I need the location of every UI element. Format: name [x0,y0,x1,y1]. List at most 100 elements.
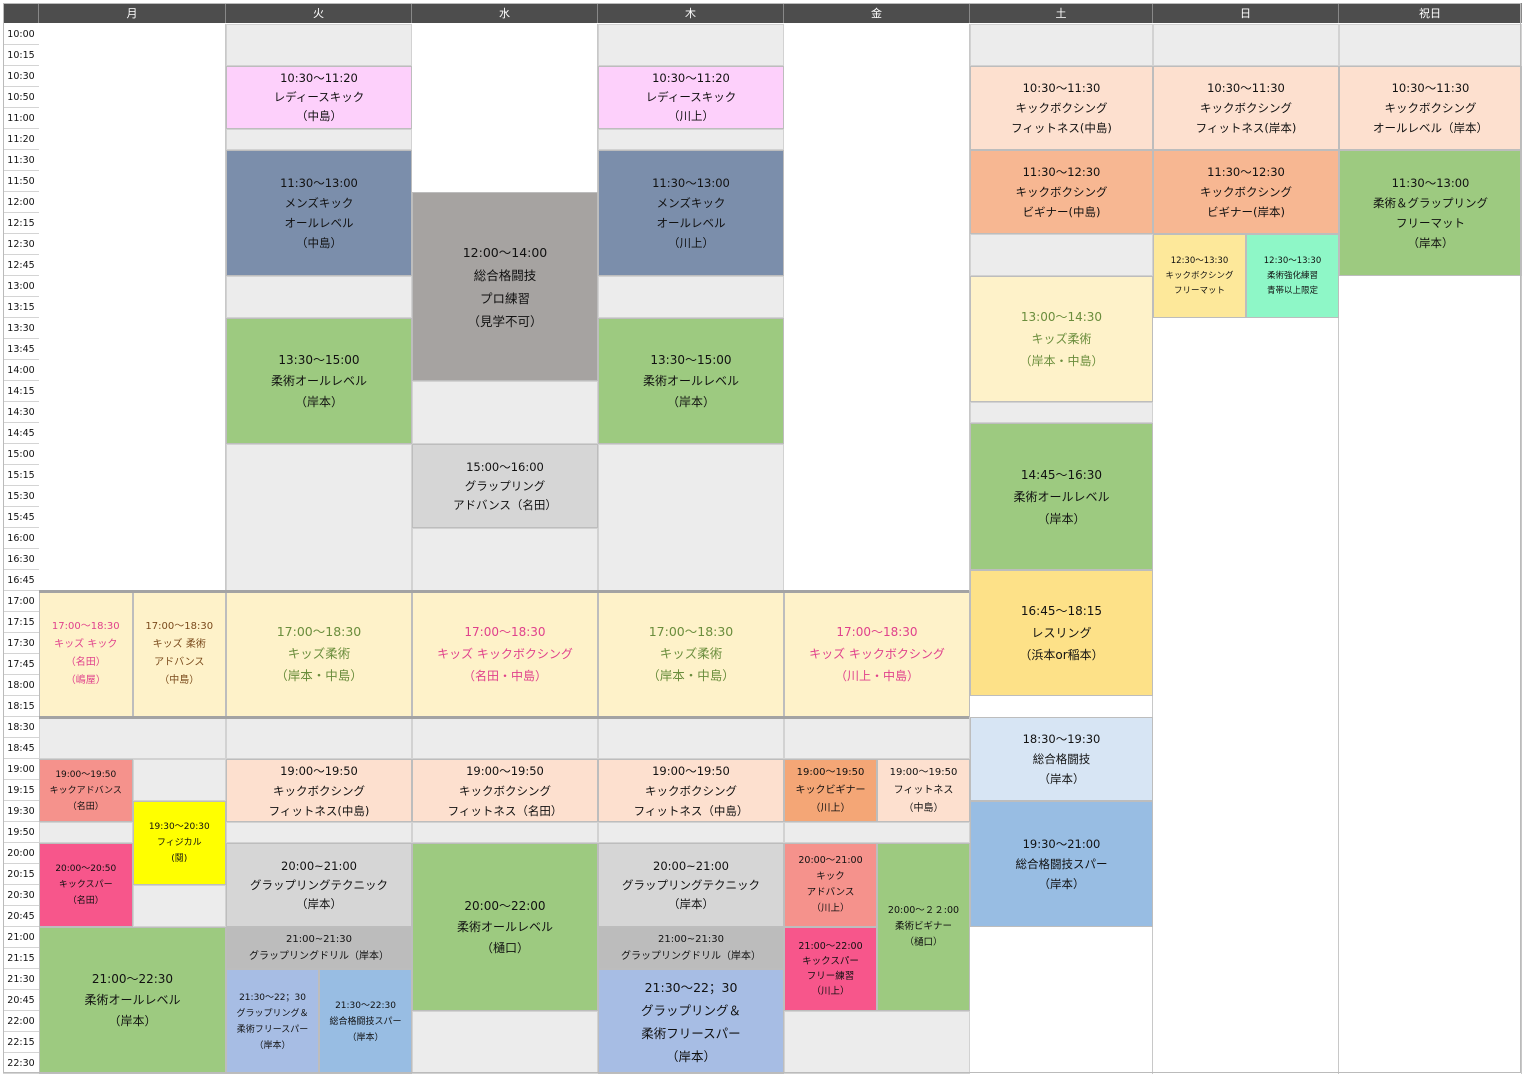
class-text: （中島） [159,675,200,686]
class-text: キッズ柔術 [1031,332,1092,346]
class-block[interactable]: 11:30〜13:00 メンズキック オールレベル （川上） [598,150,784,276]
class-text: （岸本・中島） [647,668,735,683]
class-text: （名田） [65,657,106,668]
class-text: フィットネス（中島） [633,803,749,818]
class-text: フリーマット [1173,285,1225,296]
class-block[interactable]: 19:00〜19:50 キックビギナー （川上） [784,759,877,822]
class-block[interactable]: 17:00〜18:30 キッズ 柔術 アドバンス （中島） [132,591,226,717]
class-text: （名田・中島） [462,669,547,683]
class-block[interactable]: 13:30〜15:00 柔術オールレベル （岸本） [598,318,784,444]
time-label: 12:45 [3,255,39,276]
time-label: 17:15 [3,612,39,633]
time-label: 20:15 [3,864,39,885]
class-block[interactable]: 17:00〜18:30 キッズ キック （名田） （嶋屋） [39,591,133,717]
class-block[interactable]: 17:00〜18:30 キッズ柔術 （岸本・中島） [226,591,412,717]
class-block[interactable]: 20:00〜21:00 キック アドバンス （川上） [784,843,877,927]
class-time: 15:00〜16:00 [466,459,544,474]
class-block[interactable]: 21:30〜22:30 総合格闘技スパー （岸本） [319,969,412,1074]
empty-slot [1153,24,1339,66]
class-block[interactable]: 20:00〜22:00 柔術オールレベル （樋口） [412,843,598,1011]
class-block[interactable]: 12:00〜14:00 総合格闘技 プロ練習 （見学不可） [412,192,598,381]
class-block[interactable]: 10:30〜11:20 レディースキック （中島） [226,66,412,129]
time-label: 20:30 [3,885,39,906]
class-block[interactable]: 19:00〜19:50 キックボクシング フィットネス（中島） [598,759,784,822]
class-block[interactable]: 19:30〜20:30 フィジカル (鬩) [132,801,226,885]
day-header: 日 [1153,3,1339,23]
time-label: 12:00 [3,192,39,213]
class-block[interactable]: 19:00〜19:50 フィットネス （中島） [877,759,970,822]
class-text: フィットネス(中島) [1011,121,1112,135]
class-text: （見学不可） [467,313,543,329]
class-block[interactable]: 11:30〜13:00 メンズキック オールレベル （中島） [226,150,412,276]
empty-slot [412,528,598,591]
empty-slot [970,24,1153,66]
empty-slot [226,717,412,759]
class-block[interactable]: 16:45〜18:15 レスリング （浜本or稲本） [970,570,1153,696]
empty-slot [226,822,412,843]
class-block[interactable]: 11:30〜12:30 キックボクシング ビギナー(中島) [970,150,1153,234]
class-block[interactable]: 19:00〜19:50 キックボクシング フィットネス(中島) [226,759,412,822]
class-block[interactable]: 13:00〜14:30 キッズ柔術 （岸本・中島） [970,276,1153,402]
class-block[interactable]: 10:30〜11:20 レディースキック （川上） [598,66,784,129]
day-header: 金 [784,3,970,23]
class-block[interactable]: 21:30〜22；30 グラップリング＆ 柔術フリースパー （岸本） [226,969,319,1074]
class-text: （岸本） [254,1040,291,1051]
class-text: 柔術オールレベル [84,993,181,1007]
class-block[interactable]: 10:30〜11:30 キックボクシング フィットネス(岸本) [1153,66,1339,150]
class-block[interactable]: 11:30〜13:00 柔術＆グラップリング フリーマット （岸本） [1339,150,1522,276]
class-text: キックボクシング [1384,101,1477,115]
class-text: （岸本・中島） [275,668,363,683]
class-text: (鬩) [171,854,188,864]
class-block[interactable]: 12:30〜13:30 柔術強化練習 青帯以上限定 [1246,234,1339,318]
class-block[interactable]: 19:30〜21:00 総合格闘技スパー （岸本） [970,801,1153,927]
class-block[interactable]: 10:30〜11:30 キックボクシング オールレベル（岸本） [1339,66,1522,150]
class-text: キックボクシング [1200,185,1292,199]
class-block[interactable]: 21:00〜22:00 キックスパー フリー練習 （川上） [784,927,877,1011]
class-time: 10:30〜11:20 [652,71,730,85]
class-time: 21:30〜22；30 [644,979,738,995]
class-block[interactable]: 21:00~21:30 グラップリングドリル（岸本） [598,927,784,969]
class-block[interactable]: 19:00〜19:50 キックアドバンス （名田） [39,759,133,822]
empty-slot [598,822,784,843]
class-text: （川上） [668,236,714,250]
time-label: 17:00 [3,591,39,612]
empty-slot [226,24,412,66]
class-time: 19:00〜19:50 [652,763,730,778]
class-block[interactable]: 14:45〜16:30 柔術オールレベル （岸本） [970,423,1153,570]
class-block[interactable]: 20:00〜20:50 キックスパー （名田） [39,843,133,927]
class-block[interactable]: 15:00〜16:00 グラップリング アドバンス（名田） [412,444,598,528]
class-block[interactable]: 20:00~21:00 グラップリングテクニック （岸本） [598,843,784,927]
class-text: フィットネス（名田） [447,803,563,818]
class-block[interactable]: 12:30〜13:30 キックボクシング フリーマット [1153,234,1246,318]
class-text: （岸本） [665,1048,716,1064]
class-text: （名田） [67,896,104,906]
class-text: グラップリング [464,478,546,493]
time-label: 15:45 [3,507,39,528]
class-block[interactable]: 17:00〜18:30 キッズ柔術 （岸本・中島） [598,591,784,717]
class-block[interactable]: 19:00〜19:50 キックボクシング フィットネス（名田） [412,759,598,822]
class-block[interactable]: 17:00〜18:30 キッズ キックボクシング （川上・中島） [784,591,970,717]
time-label: 19:00 [3,759,39,780]
time-label: 15:30 [3,486,39,507]
class-time: 20:00~21:00 [653,858,729,873]
class-block[interactable]: 17:00〜18:30 キッズ キックボクシング （名田・中島） [412,591,598,717]
class-block[interactable]: 21:30〜22；30 グラップリング＆ 柔術フリースパー （岸本） [598,969,784,1074]
time-label: 12:15 [3,213,39,234]
time-label: 11:20 [3,129,39,150]
class-text: キックボクシング [1200,101,1292,115]
class-block[interactable]: 18:30〜19:30 総合格闘技 （岸本） [970,717,1153,801]
class-time: 16:45〜18:15 [1020,604,1103,618]
class-text: （岸本） [296,896,342,911]
time-label: 13:45 [3,339,39,360]
class-text: キッズ 柔術 [152,639,206,650]
class-block[interactable]: 13:30〜15:00 柔術オールレベル （岸本） [226,318,412,444]
class-text: メンズキック [284,196,354,210]
class-block[interactable]: 20:00~21:00 グラップリングテクニック （岸本） [226,843,412,927]
class-block[interactable]: 21:00~21:30 グラップリングドリル（岸本） [226,927,412,969]
class-block[interactable]: 10:30〜11:30 キックボクシング フィットネス(中島) [970,66,1153,150]
class-block[interactable]: 11:30〜12:30 キックボクシング ビギナー(岸本) [1153,150,1339,234]
class-text: （川上） [811,903,850,914]
class-time: 13:30〜15:00 [278,352,360,367]
class-block[interactable]: 21:00〜22:30 柔術オールレベル （岸本） [39,927,226,1074]
class-block[interactable]: 20:00〜２２:00 柔術ビギナー （樋口） [877,843,970,1011]
